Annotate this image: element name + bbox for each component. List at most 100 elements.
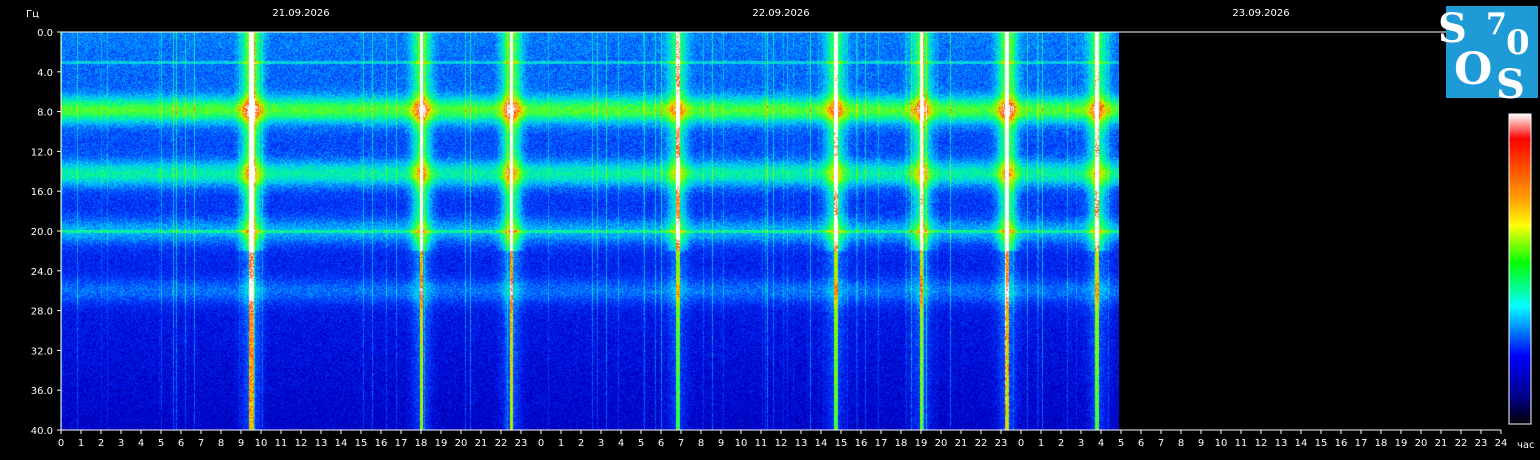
- date-label: 22.09.2026: [752, 8, 809, 19]
- x-tick-label: 8: [218, 438, 224, 449]
- y-tick-label: 32.0: [31, 346, 53, 357]
- y-tick-label: 36.0: [31, 386, 53, 397]
- x-tick-label: 19: [915, 438, 928, 449]
- logo: S 7 0 O S: [1438, 5, 1538, 100]
- logo-letter-s2: S: [1496, 61, 1525, 100]
- x-tick-label: 22: [1455, 438, 1468, 449]
- x-tick-label: 8: [698, 438, 704, 449]
- x-tick-label: 17: [395, 438, 408, 449]
- y-tick-label: 0.0: [37, 28, 53, 39]
- x-tick-label: 20: [935, 438, 948, 449]
- x-tick-label: 23: [1475, 438, 1488, 449]
- x-tick-label: 17: [875, 438, 888, 449]
- x-tick-label: 0: [1018, 438, 1024, 449]
- x-tick-label: 15: [835, 438, 848, 449]
- x-tick-label: 13: [315, 438, 328, 449]
- x-tick-label: 19: [1395, 438, 1408, 449]
- x-tick-label: 0: [58, 438, 64, 449]
- x-tick-label: 1: [78, 438, 84, 449]
- x-tick-label: 10: [1215, 438, 1228, 449]
- x-tick-label: 16: [855, 438, 868, 449]
- x-tick-label: 12: [295, 438, 308, 449]
- x-tick-label: 13: [1275, 438, 1288, 449]
- x-tick-label: 0: [538, 438, 544, 449]
- x-tick-label: 7: [1158, 438, 1164, 449]
- y-tick-label: 24.0: [31, 267, 53, 278]
- x-tick-label: 1: [558, 438, 564, 449]
- x-tick-label: 14: [815, 438, 828, 449]
- x-tick-label: 17: [1355, 438, 1368, 449]
- x-tick-label: 4: [1098, 438, 1104, 449]
- x-tick-label: 12: [775, 438, 788, 449]
- x-tick-label: 10: [735, 438, 748, 449]
- x-tick-label: 15: [1315, 438, 1328, 449]
- logo-letter-o: O: [1454, 44, 1492, 95]
- y-tick-label: 8.0: [37, 108, 53, 119]
- x-tick-label: 22: [495, 438, 508, 449]
- x-tick-label: 3: [1078, 438, 1084, 449]
- x-tick-label: 19: [435, 438, 448, 449]
- y-tick-label: 40.0: [31, 426, 53, 437]
- date-label: 23.09.2026: [1232, 8, 1289, 19]
- x-tick-label: 14: [335, 438, 348, 449]
- x-tick-label: 10: [255, 438, 268, 449]
- date-label: 21.09.2026: [272, 8, 329, 19]
- x-tick-label: 15: [355, 438, 368, 449]
- x-tick-label: 16: [1335, 438, 1348, 449]
- x-tick-label: 3: [118, 438, 124, 449]
- x-tick-label: 5: [158, 438, 164, 449]
- x-tick-label: 21: [1435, 438, 1448, 449]
- x-tick-label: 20: [455, 438, 468, 449]
- colorbar: [1508, 113, 1532, 425]
- x-tick-label: 18: [415, 438, 428, 449]
- y-tick-label: 12.0: [31, 147, 53, 158]
- x-tick-label: 5: [638, 438, 644, 449]
- logo-digit-0: 0: [1506, 23, 1530, 63]
- x-tick-label: 2: [1058, 438, 1064, 449]
- x-tick-label: 6: [658, 438, 664, 449]
- x-tick-label: 7: [198, 438, 204, 449]
- x-axis: 0 1 2 3 4 5 6 7 8 9 10 11 12 13 14 15 16 17 18 19 20 21 22 23 0 1…: [58, 430, 1508, 449]
- x-tick-label: 22: [975, 438, 988, 449]
- x-tick-label: 20: [1415, 438, 1428, 449]
- x-tick-label: 21: [475, 438, 488, 449]
- x-tick-label: 11: [755, 438, 768, 449]
- x-tick-label: 11: [1235, 438, 1248, 449]
- x-tick-label: 4: [138, 438, 144, 449]
- y-tick-label: 28.0: [31, 307, 53, 318]
- x-tick-label: 8: [1178, 438, 1184, 449]
- x-tick-label: 9: [1198, 438, 1204, 449]
- x-tick-label: 5: [1118, 438, 1124, 449]
- x-tick-label: 23: [515, 438, 528, 449]
- x-tick-label: 6: [1138, 438, 1144, 449]
- plot-area: [60, 31, 1501, 431]
- x-axis-label: час: [1517, 440, 1535, 451]
- x-tick-label: 9: [718, 438, 724, 449]
- x-tick-label: 2: [578, 438, 584, 449]
- x-tick-label: 14: [1295, 438, 1308, 449]
- x-tick-label: 12: [1255, 438, 1268, 449]
- date-labels: 21.09.2026 22.09.2026 23.09.2026: [272, 8, 1289, 19]
- x-tick-label: 23: [995, 438, 1008, 449]
- x-tick-label: 18: [1375, 438, 1388, 449]
- spectrogram-chart: 0.0 4.0 8.0 12.0 16.0 20.0 24.0 28.0 32.0 36.0 40.…: [26, 8, 1535, 451]
- x-tick-label: 24: [1495, 438, 1508, 449]
- y-axis-label: Гц: [26, 9, 39, 20]
- x-tick-label: 16: [375, 438, 388, 449]
- x-tick-label: 2: [98, 438, 104, 449]
- x-tick-label: 7: [678, 438, 684, 449]
- x-tick-label: 4: [618, 438, 624, 449]
- spectrogram-image: [61, 32, 1119, 430]
- y-axis: 0.0 4.0 8.0 12.0 16.0 20.0 24.0 28.0 32.0 36.0 40.…: [31, 28, 61, 437]
- x-tick-label: 18: [895, 438, 908, 449]
- x-tick-label: 9: [238, 438, 244, 449]
- x-tick-label: 13: [795, 438, 808, 449]
- x-tick-label: 6: [178, 438, 184, 449]
- x-tick-label: 11: [275, 438, 288, 449]
- x-tick-label: 1: [1038, 438, 1044, 449]
- y-tick-label: 16.0: [31, 187, 53, 198]
- x-tick-label: 21: [955, 438, 968, 449]
- x-tick-label: 3: [598, 438, 604, 449]
- y-tick-label: 4.0: [37, 68, 53, 79]
- y-tick-label: 20.0: [31, 227, 53, 238]
